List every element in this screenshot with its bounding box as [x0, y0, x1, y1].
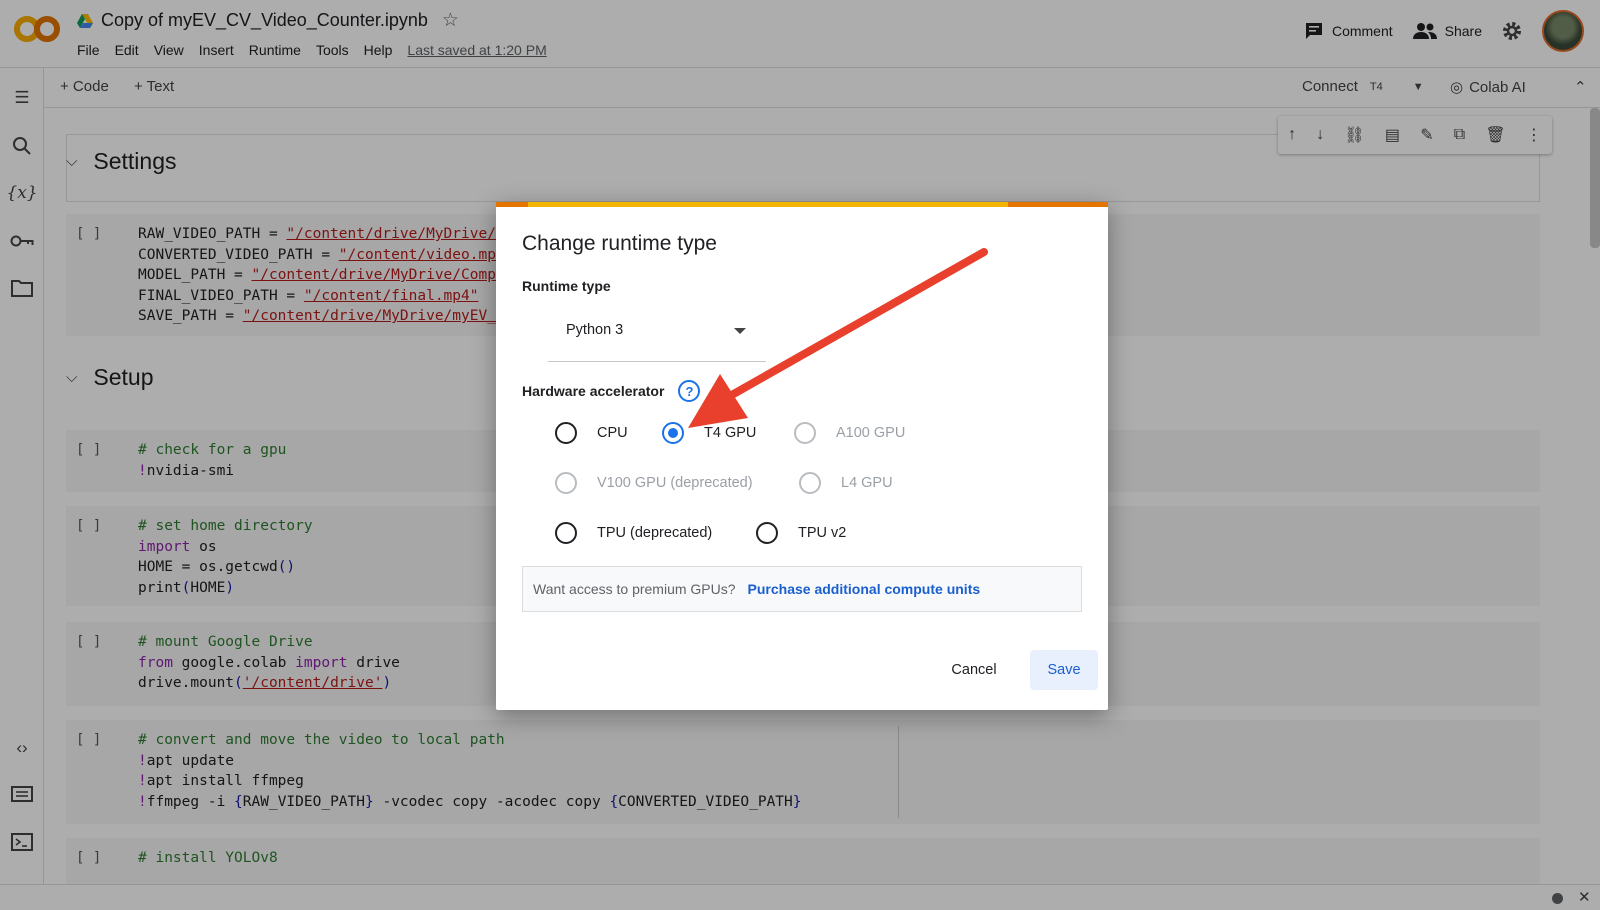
option-label: CPU: [597, 425, 628, 441]
runtime-type-select[interactable]: Python 3: [548, 310, 766, 362]
runtime-type-label: Runtime type: [522, 278, 611, 294]
dropdown-caret-icon: [734, 328, 746, 334]
help-icon[interactable]: ?: [678, 380, 701, 402]
dialog-accent-bar: [496, 202, 1108, 207]
change-runtime-dialog: Change runtime type Runtime type Python …: [496, 202, 1108, 710]
radio-button[interactable]: [555, 522, 577, 544]
option-l4-gpu: L4 GPU: [799, 472, 893, 494]
radio-button[interactable]: [756, 522, 778, 544]
radio-button-disabled: [555, 472, 577, 494]
premium-question: Want access to premium GPUs?: [533, 581, 736, 597]
radio-button[interactable]: [555, 422, 577, 444]
option-label: A100 GPU: [836, 425, 906, 441]
option-v100-gpu: V100 GPU (deprecated): [555, 472, 753, 494]
dialog-title: Change runtime type: [522, 232, 717, 255]
option-tpu-deprecated[interactable]: TPU (deprecated): [555, 522, 712, 544]
option-a100-gpu: A100 GPU: [794, 422, 905, 444]
purchase-compute-link[interactable]: Purchase additional compute units: [748, 581, 981, 597]
option-label: L4 GPU: [841, 475, 893, 491]
hardware-accelerator-text: Hardware accelerator: [522, 383, 665, 399]
option-t4-gpu[interactable]: T4 GPU: [662, 422, 756, 444]
hardware-accelerator-label: Hardware accelerator ?: [522, 380, 701, 402]
option-label: T4 GPU: [704, 425, 757, 441]
cancel-button[interactable]: Cancel: [942, 650, 1006, 690]
option-label: TPU v2: [798, 525, 847, 541]
premium-gpu-banner: Want access to premium GPUs? Purchase ad…: [522, 566, 1082, 612]
option-tpu-v2[interactable]: TPU v2: [756, 522, 846, 544]
option-cpu[interactable]: CPU: [555, 422, 628, 444]
option-label: V100 GPU (deprecated): [597, 475, 753, 491]
runtime-type-value: Python 3: [566, 322, 624, 338]
save-button[interactable]: Save: [1030, 650, 1098, 690]
radio-button-disabled: [794, 422, 816, 444]
option-label: TPU (deprecated): [597, 525, 713, 541]
radio-button-disabled: [799, 472, 821, 494]
radio-button-selected[interactable]: [662, 422, 684, 444]
